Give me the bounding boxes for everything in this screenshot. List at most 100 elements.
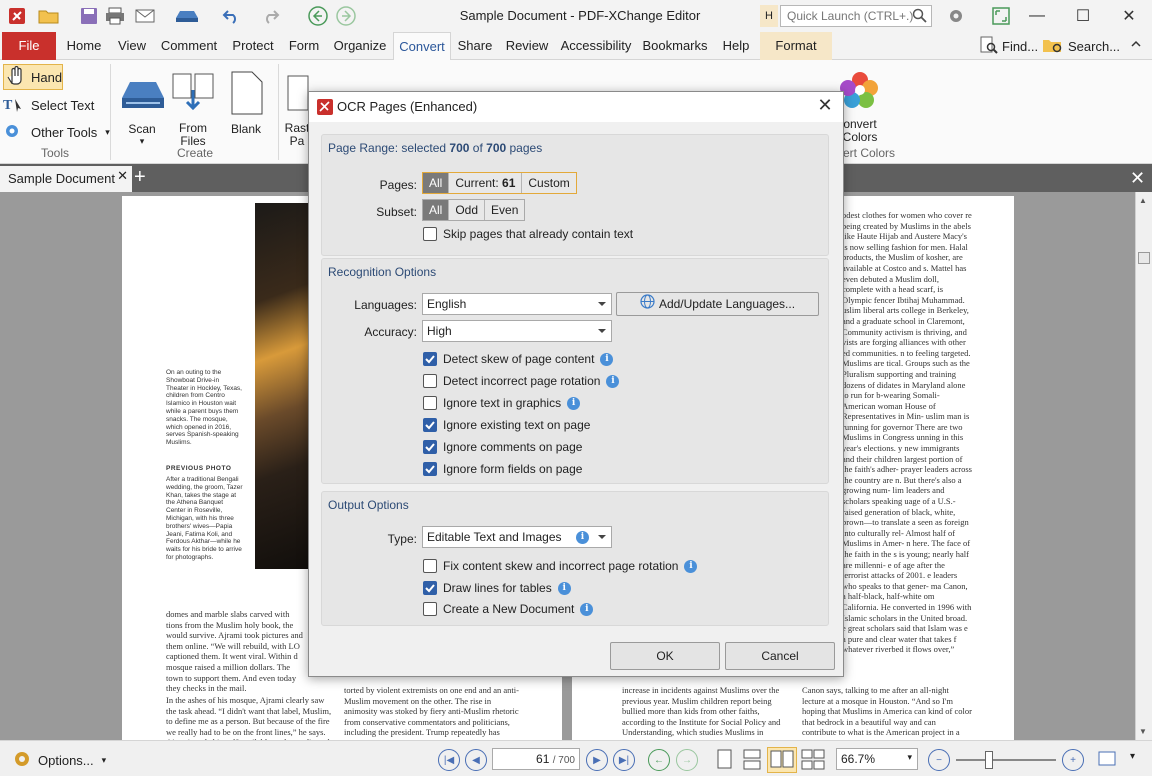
hand-tool-button[interactable]: Hand [3, 64, 63, 90]
ignore-existing-text-checkbox[interactable]: Ignore existing text on page [423, 416, 590, 434]
tab-home[interactable]: Home [62, 32, 106, 60]
tab-convert[interactable]: Convert [393, 32, 451, 61]
zoom-out-icon[interactable]: − [928, 749, 950, 771]
forward-icon[interactable] [335, 5, 357, 27]
email-icon[interactable] [132, 5, 160, 27]
new-tab-icon[interactable]: + [134, 167, 146, 187]
redo-icon[interactable] [260, 5, 282, 27]
undo-icon[interactable] [220, 5, 242, 27]
tab-organize[interactable]: Organize [330, 32, 390, 60]
quick-launch-input[interactable]: Quick Launch (CTRL+.) [780, 5, 932, 27]
tab-comment[interactable]: Comment [158, 32, 220, 60]
accuracy-select[interactable]: High [422, 320, 612, 342]
blank-button[interactable]: Blank [222, 68, 270, 136]
tab-share[interactable]: Share [454, 32, 496, 60]
tab-review[interactable]: Review [502, 32, 552, 60]
info-icon[interactable]: i [606, 374, 620, 388]
tab-accessibility[interactable]: Accessibility [558, 32, 634, 60]
document-tab[interactable]: Sample Document ✕ [0, 166, 132, 192]
dialog-title-bar: OCR Pages (Enhanced) ✕ [309, 92, 843, 122]
next-view-icon[interactable]: → [676, 749, 698, 771]
close-window-button[interactable]: ✕ [1106, 0, 1152, 32]
other-tools-button[interactable]: Other Tools ▾ [3, 121, 110, 143]
page-number-input[interactable]: 61 / 700 [492, 748, 580, 770]
info-icon[interactable]: i [576, 531, 589, 544]
status-menu-icon[interactable]: ▾ [1130, 751, 1135, 762]
last-page-icon[interactable]: ▶| [613, 749, 635, 771]
convert-colors-button[interactable]: onvert Colors [838, 68, 882, 144]
settings-gear-icon[interactable] [942, 5, 970, 27]
scroll-down-icon[interactable]: ▼ [1139, 727, 1147, 736]
first-page-icon[interactable]: |◀ [438, 749, 460, 771]
open-folder-icon[interactable] [36, 5, 62, 27]
detect-rotation-checkbox[interactable]: Detect incorrect page rotation i [423, 372, 620, 390]
tab-view[interactable]: View [112, 32, 152, 60]
tab-protect[interactable]: Protect [228, 32, 278, 60]
info-icon[interactable]: i [567, 396, 581, 410]
pages-all-option[interactable]: All [423, 173, 450, 193]
zoom-in-icon[interactable]: + [1062, 749, 1084, 771]
ok-button[interactable]: OK [610, 642, 720, 670]
info-icon[interactable]: i [580, 602, 594, 616]
format-context-icon: H [760, 5, 778, 27]
subset-even-option[interactable]: Even [485, 200, 524, 220]
detect-skew-checkbox[interactable]: Detect skew of page content i [423, 350, 614, 368]
pages-custom-option[interactable]: Custom [522, 173, 575, 193]
tab-help[interactable]: Help [716, 32, 756, 60]
select-text-button[interactable]: T Select Text [3, 94, 94, 116]
tab-file[interactable]: File [2, 32, 56, 60]
search-button[interactable]: Search... [1042, 36, 1120, 56]
info-icon[interactable]: i [684, 559, 698, 573]
scan-icon[interactable] [170, 5, 206, 27]
close-document-icon[interactable]: ✕ [1130, 168, 1145, 188]
languages-select[interactable]: English [422, 293, 612, 315]
skip-pages-checkbox[interactable]: Skip pages that already contain text [423, 225, 633, 243]
subset-all-option[interactable]: All [423, 200, 450, 220]
maximize-button[interactable]: ☐ [1060, 0, 1106, 32]
single-page-view-icon[interactable] [716, 749, 734, 774]
previous-view-icon[interactable]: ← [648, 749, 670, 771]
options-button[interactable]: Options... ▾ [12, 749, 106, 772]
app-logo-icon[interactable] [6, 5, 28, 27]
cancel-button[interactable]: Cancel [725, 642, 835, 670]
ignore-graphics-text-checkbox[interactable]: Ignore text in graphics i [423, 394, 581, 412]
zoom-select[interactable]: 66.7% ▾ [836, 748, 918, 770]
scroll-thumb[interactable] [1138, 252, 1150, 264]
facing-view-icon[interactable] [767, 747, 797, 773]
draw-table-lines-checkbox[interactable]: Draw lines for tables i [423, 579, 571, 597]
print-icon[interactable] [104, 5, 126, 27]
info-icon[interactable]: i [600, 352, 614, 366]
fullscreen-icon[interactable] [990, 5, 1012, 27]
minimize-button[interactable]: — [1014, 0, 1060, 32]
fix-skew-rotation-checkbox[interactable]: Fix content skew and incorrect page rota… [423, 557, 698, 575]
next-page-icon[interactable]: ▶ [586, 749, 608, 771]
info-icon[interactable]: i [557, 581, 571, 595]
panel-icon[interactable] [1098, 751, 1116, 770]
search-icon [912, 8, 927, 26]
continuous-view-icon[interactable] [742, 749, 764, 774]
create-new-document-checkbox[interactable]: Create a New Document i [423, 600, 594, 618]
collapse-ribbon-icon[interactable] [1130, 38, 1142, 53]
tab-form[interactable]: Form [284, 32, 324, 60]
save-icon[interactable] [78, 5, 100, 27]
scroll-up-icon[interactable]: ▲ [1139, 196, 1147, 205]
zoom-slider[interactable] [956, 759, 1056, 761]
pages-current-option[interactable]: Current: 61 [449, 173, 523, 193]
output-type-select[interactable]: Editable Text and Images i [422, 526, 612, 548]
subset-odd-option[interactable]: Odd [449, 200, 486, 220]
continuous-facing-view-icon[interactable] [800, 749, 826, 774]
tab-bookmarks[interactable]: Bookmarks [640, 32, 710, 60]
close-tab-icon[interactable]: ✕ [117, 168, 128, 184]
ignore-comments-checkbox[interactable]: Ignore comments on page [423, 438, 582, 456]
back-icon[interactable] [307, 5, 329, 27]
scan-button[interactable]: Scan ▾ [116, 68, 168, 147]
find-button[interactable]: Find... [978, 36, 1038, 56]
previous-page-icon[interactable]: ◀ [465, 749, 487, 771]
ignore-form-fields-checkbox[interactable]: Ignore form fields on page [423, 460, 582, 478]
add-update-languages-button[interactable]: Add/Update Languages... [616, 292, 819, 316]
zoom-slider-thumb[interactable] [985, 751, 993, 769]
tab-format[interactable]: Format [760, 32, 832, 60]
vertical-scrollbar[interactable]: ▲ ▼ [1135, 192, 1152, 740]
from-files-button[interactable]: From Files [166, 68, 220, 148]
dialog-close-button[interactable]: ✕ [815, 95, 835, 116]
